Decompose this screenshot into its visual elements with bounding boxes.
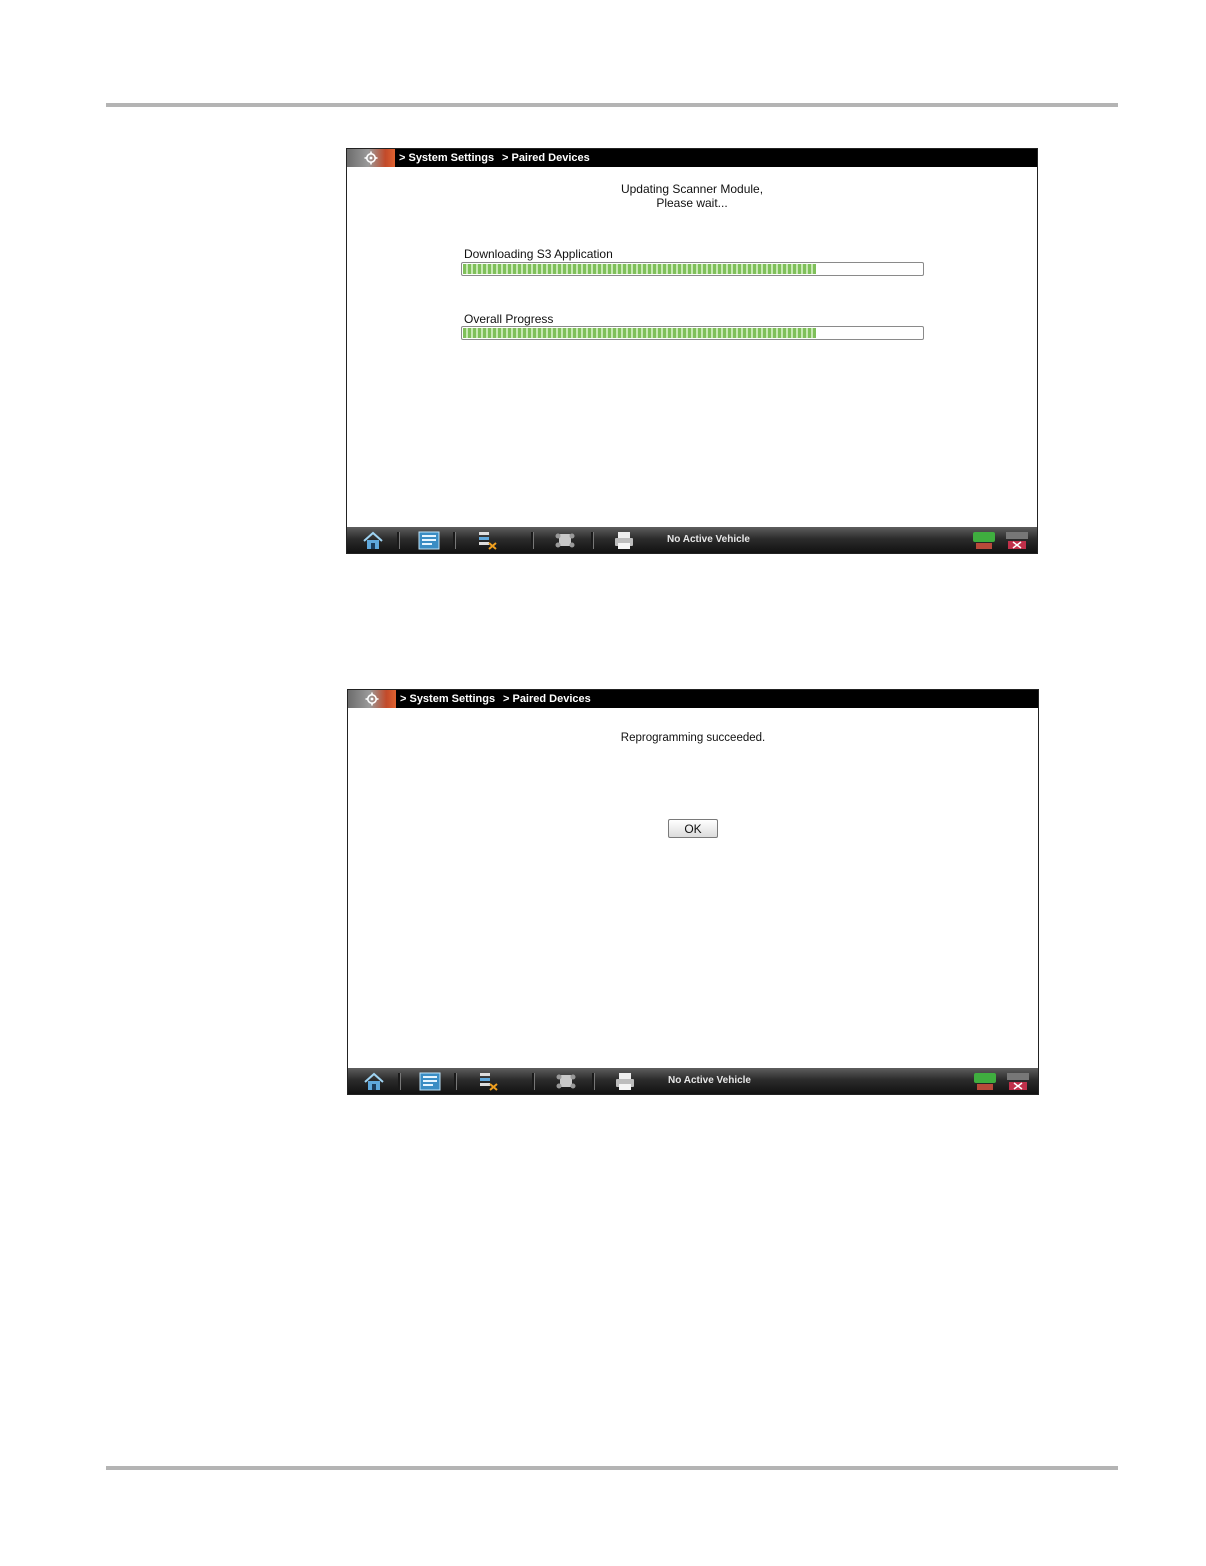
active-vehicle-status: No Active Vehicle	[667, 534, 750, 545]
overall-progress-label: Overall Progress	[464, 312, 554, 326]
title-bar: > System Settings > Paired Devices	[348, 690, 1038, 708]
toolbar-divider	[592, 1073, 595, 1090]
breadcrumb-paired-devices[interactable]: > Paired Devices	[503, 690, 591, 708]
settings-button[interactable]	[347, 149, 395, 167]
settings-button[interactable]	[348, 690, 396, 708]
overall-progress-bar	[461, 326, 924, 340]
download-progress-label: Downloading S3 Application	[464, 247, 613, 261]
print-icon[interactable]	[612, 531, 636, 550]
toolbar-divider	[397, 532, 400, 549]
status-message-line2: Please wait...	[656, 196, 728, 210]
status-message-line1: Updating Scanner Module,	[620, 182, 764, 196]
vehicle-icon[interactable]	[553, 531, 577, 550]
data-list-icon[interactable]	[475, 531, 499, 550]
toolbar-divider	[453, 532, 456, 549]
run-icon[interactable]	[973, 1072, 997, 1091]
bottom-toolbar: No Active Vehicle	[348, 1068, 1038, 1094]
result-message: Reprogramming succeeded.	[620, 732, 766, 744]
active-vehicle-status: No Active Vehicle	[668, 1075, 751, 1086]
home-icon[interactable]	[361, 531, 385, 550]
scanner-update-screen: > System Settings > Paired Devices Updat…	[346, 148, 1038, 554]
reprogram-result-screen: > System Settings > Paired Devices Repro…	[347, 689, 1039, 1095]
gear-icon	[365, 692, 379, 706]
run-icon[interactable]	[972, 531, 996, 550]
bottom-toolbar: No Active Vehicle	[347, 527, 1037, 553]
overall-progress-fill	[463, 328, 816, 338]
scanner-icon[interactable]	[418, 1072, 442, 1091]
breadcrumb-system-settings[interactable]: > System Settings	[400, 690, 495, 708]
vehicle-icon[interactable]	[554, 1072, 578, 1091]
data-list-icon[interactable]	[476, 1072, 500, 1091]
exit-icon[interactable]	[1005, 531, 1029, 550]
breadcrumb-system-settings[interactable]: > System Settings	[399, 149, 494, 167]
toolbar-divider	[454, 1073, 457, 1090]
home-icon[interactable]	[362, 1072, 386, 1091]
toolbar-divider	[398, 1073, 401, 1090]
breadcrumb-paired-devices[interactable]: > Paired Devices	[502, 149, 590, 167]
print-icon[interactable]	[613, 1072, 637, 1091]
scanner-icon[interactable]	[417, 531, 441, 550]
gear-icon	[364, 151, 378, 165]
toolbar-divider	[591, 532, 594, 549]
toolbar-divider	[531, 532, 534, 549]
footer-rule	[106, 1466, 1118, 1470]
download-progress-bar	[461, 262, 924, 276]
exit-icon[interactable]	[1006, 1072, 1030, 1091]
ok-button[interactable]: OK	[668, 819, 718, 838]
toolbar-divider	[532, 1073, 535, 1090]
download-progress-fill	[463, 264, 816, 274]
title-bar: > System Settings > Paired Devices	[347, 149, 1037, 167]
header-rule	[106, 103, 1118, 107]
